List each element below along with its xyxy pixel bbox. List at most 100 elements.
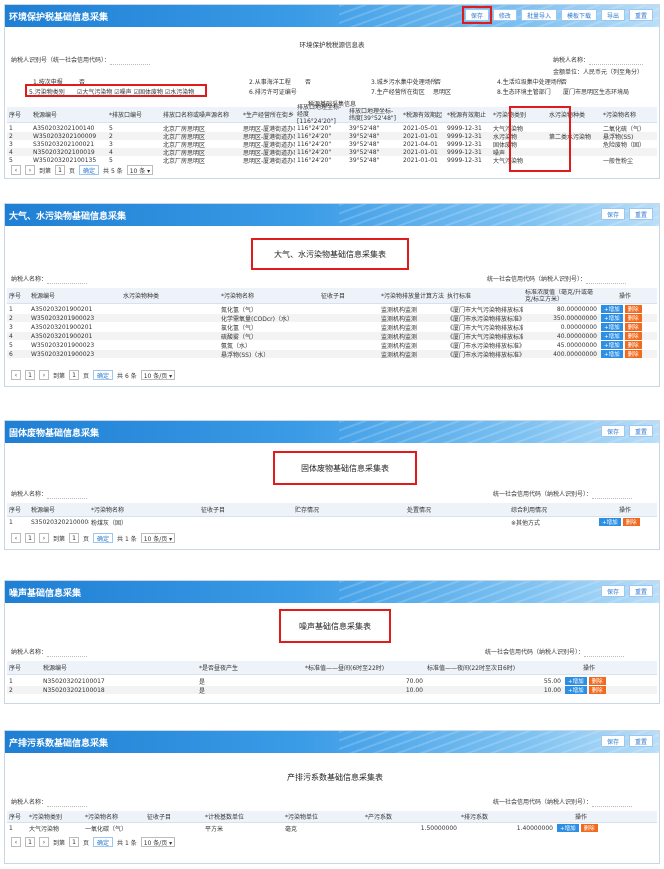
- table-cell[interactable]: 39°52'48": [347, 149, 401, 156]
- table-cell[interactable]: 2: [107, 133, 161, 140]
- table-cell[interactable]: 4: [107, 149, 161, 156]
- add-row-button[interactable]: +增加: [601, 350, 623, 358]
- table-cell[interactable]: 116°24'20": [295, 133, 347, 140]
- table-cell[interactable]: 粉煤灰（固）: [89, 518, 199, 527]
- table-cell[interactable]: 10.00: [425, 687, 563, 694]
- page-size-select[interactable]: 10 条/页 ▾: [140, 533, 176, 543]
- table-cell[interactable]: 《厦门市水污染物排放标准》（: [445, 341, 523, 350]
- page-size-select[interactable]: 10 条/页 ▾: [140, 837, 176, 847]
- table-cell[interactable]: 1.40000000: [459, 825, 555, 832]
- delete-row-button[interactable]: 删除: [588, 686, 606, 694]
- confirm-button[interactable]: 确定: [93, 837, 114, 847]
- confirm-button[interactable]: 确定: [93, 370, 114, 380]
- table-cell[interactable]: 9999-12-31: [445, 125, 491, 132]
- reset-button[interactable]: 重置: [628, 9, 653, 21]
- q3-select[interactable]: 否: [435, 77, 441, 86]
- prev-page-button[interactable]: ‹: [11, 370, 21, 380]
- table-cell[interactable]: 《厦门市水污染物排放标准》（: [445, 314, 523, 323]
- reset-button[interactable]: 重置: [628, 208, 653, 220]
- table-cell[interactable]: 毫克: [283, 824, 363, 833]
- table-cell[interactable]: A350203201900201: [29, 333, 121, 340]
- page-size-select[interactable]: 10 条/页 ▾: [140, 370, 176, 380]
- table-cell[interactable]: 一般性粉尘: [601, 156, 645, 165]
- reset-button[interactable]: 重置: [628, 585, 653, 597]
- table-cell[interactable]: N350203202100018: [41, 687, 197, 694]
- table-cell[interactable]: 2021-01-01: [401, 157, 445, 164]
- page-input[interactable]: 1: [69, 370, 80, 380]
- table-cell[interactable]: 55.00: [425, 678, 563, 685]
- table-cell[interactable]: 监测机构监测: [379, 341, 445, 350]
- delete-row-button[interactable]: 删除: [624, 350, 642, 358]
- add-row-button[interactable]: +增加: [601, 323, 623, 331]
- template-download-button[interactable]: 模板下载: [560, 9, 597, 21]
- delete-row-button[interactable]: 删除: [622, 518, 640, 526]
- table-cell[interactable]: 1.50000000: [363, 825, 459, 832]
- table-cell[interactable]: 5: [107, 125, 161, 132]
- table-cell[interactable]: 3: [107, 141, 161, 148]
- add-row-button[interactable]: +增加: [601, 341, 623, 349]
- batch-import-button[interactable]: 批量导入: [520, 9, 557, 21]
- table-cell[interactable]: ※其他方式: [509, 518, 597, 527]
- table-cell[interactable]: 9999-12-31: [445, 141, 491, 148]
- table-cell[interactable]: 39°52'48": [347, 133, 401, 140]
- prev-page-button[interactable]: ‹: [11, 165, 21, 175]
- table-cell[interactable]: S350203202100021: [31, 141, 107, 148]
- add-row-button[interactable]: +增加: [601, 314, 623, 322]
- delete-row-button[interactable]: 删除: [624, 332, 642, 340]
- add-row-button[interactable]: +增加: [601, 332, 623, 340]
- add-row-button[interactable]: +增加: [565, 686, 587, 694]
- table-cell[interactable]: 2021-01-01: [401, 133, 445, 140]
- table-cell[interactable]: 氨氮（水）: [219, 341, 319, 350]
- delete-row-button[interactable]: 删除: [588, 677, 606, 685]
- table-cell[interactable]: W350203201900023: [29, 315, 121, 322]
- save-button[interactable]: 保存: [600, 208, 625, 220]
- table-cell[interactable]: 氯化氢（气）: [219, 323, 319, 332]
- reset-button[interactable]: 重置: [628, 735, 653, 747]
- page-number[interactable]: 1: [25, 533, 35, 543]
- table-cell[interactable]: 《厦门市大气污染物排放标准》: [445, 305, 523, 314]
- table-cell[interactable]: 2021-04-01: [401, 141, 445, 148]
- save-button[interactable]: 保存: [461, 6, 492, 24]
- table-cell[interactable]: 平方米: [203, 824, 283, 833]
- add-row-button[interactable]: +增加: [599, 518, 621, 526]
- table-cell[interactable]: 监测机构监测: [379, 305, 445, 314]
- q7-value[interactable]: 思明区: [433, 87, 451, 96]
- table-cell[interactable]: W350203202100009: [31, 133, 107, 140]
- q4-select[interactable]: 否: [561, 77, 567, 86]
- prev-page-button[interactable]: ‹: [11, 533, 21, 543]
- table-cell[interactable]: 70.00: [303, 678, 425, 685]
- table-cell[interactable]: 化学需氧量(CODcr)（水）: [219, 314, 319, 323]
- table-cell[interactable]: 《厦门市大气污染物排放标准》: [445, 332, 523, 341]
- table-cell[interactable]: 硫酸雾（气）: [219, 332, 319, 341]
- table-cell[interactable]: 思明区-厦港街道办事处: [241, 156, 295, 165]
- delete-row-button[interactable]: 删除: [624, 305, 642, 313]
- q2-select[interactable]: 否: [305, 77, 311, 86]
- table-cell[interactable]: 监测机构监测: [379, 314, 445, 323]
- next-page-button[interactable]: ›: [39, 370, 49, 380]
- page-number[interactable]: 1: [25, 370, 35, 380]
- export-button[interactable]: 导出: [600, 9, 625, 21]
- table-cell[interactable]: 悬浮物(SS)（水）: [219, 350, 319, 359]
- table-cell[interactable]: 350.00000000: [523, 315, 599, 322]
- confirm-button[interactable]: 确定: [79, 165, 100, 175]
- table-cell[interactable]: 10.00: [303, 687, 425, 694]
- page-size-select[interactable]: 10 条 ▾: [126, 165, 154, 175]
- table-cell[interactable]: S350203202100008: [29, 519, 89, 526]
- table-cell[interactable]: 是: [197, 677, 303, 686]
- table-cell[interactable]: 氮化氢（气）: [219, 305, 319, 314]
- table-cell[interactable]: 9999-12-31: [445, 133, 491, 140]
- page-input[interactable]: 1: [55, 165, 66, 175]
- table-cell[interactable]: N350203202100019: [31, 149, 107, 156]
- table-cell[interactable]: 39°52'48": [347, 157, 401, 164]
- pollutant-category-checkboxes[interactable]: ☑大气污染物 ☑噪声 ☑固体废物 ☑水污染物: [77, 87, 194, 96]
- table-cell[interactable]: 116°24'20": [295, 149, 347, 156]
- next-page-button[interactable]: ›: [39, 533, 49, 543]
- page-input[interactable]: 1: [69, 837, 80, 847]
- table-cell[interactable]: 监测机构监测: [379, 332, 445, 341]
- table-cell[interactable]: 45.00000000: [523, 342, 599, 349]
- table-cell[interactable]: A350203201900201: [29, 324, 121, 331]
- delete-row-button[interactable]: 删除: [580, 824, 598, 832]
- save-button[interactable]: 保存: [600, 425, 625, 437]
- table-cell[interactable]: 39°52'48": [347, 125, 401, 132]
- table-cell[interactable]: A350203202100140: [31, 125, 107, 132]
